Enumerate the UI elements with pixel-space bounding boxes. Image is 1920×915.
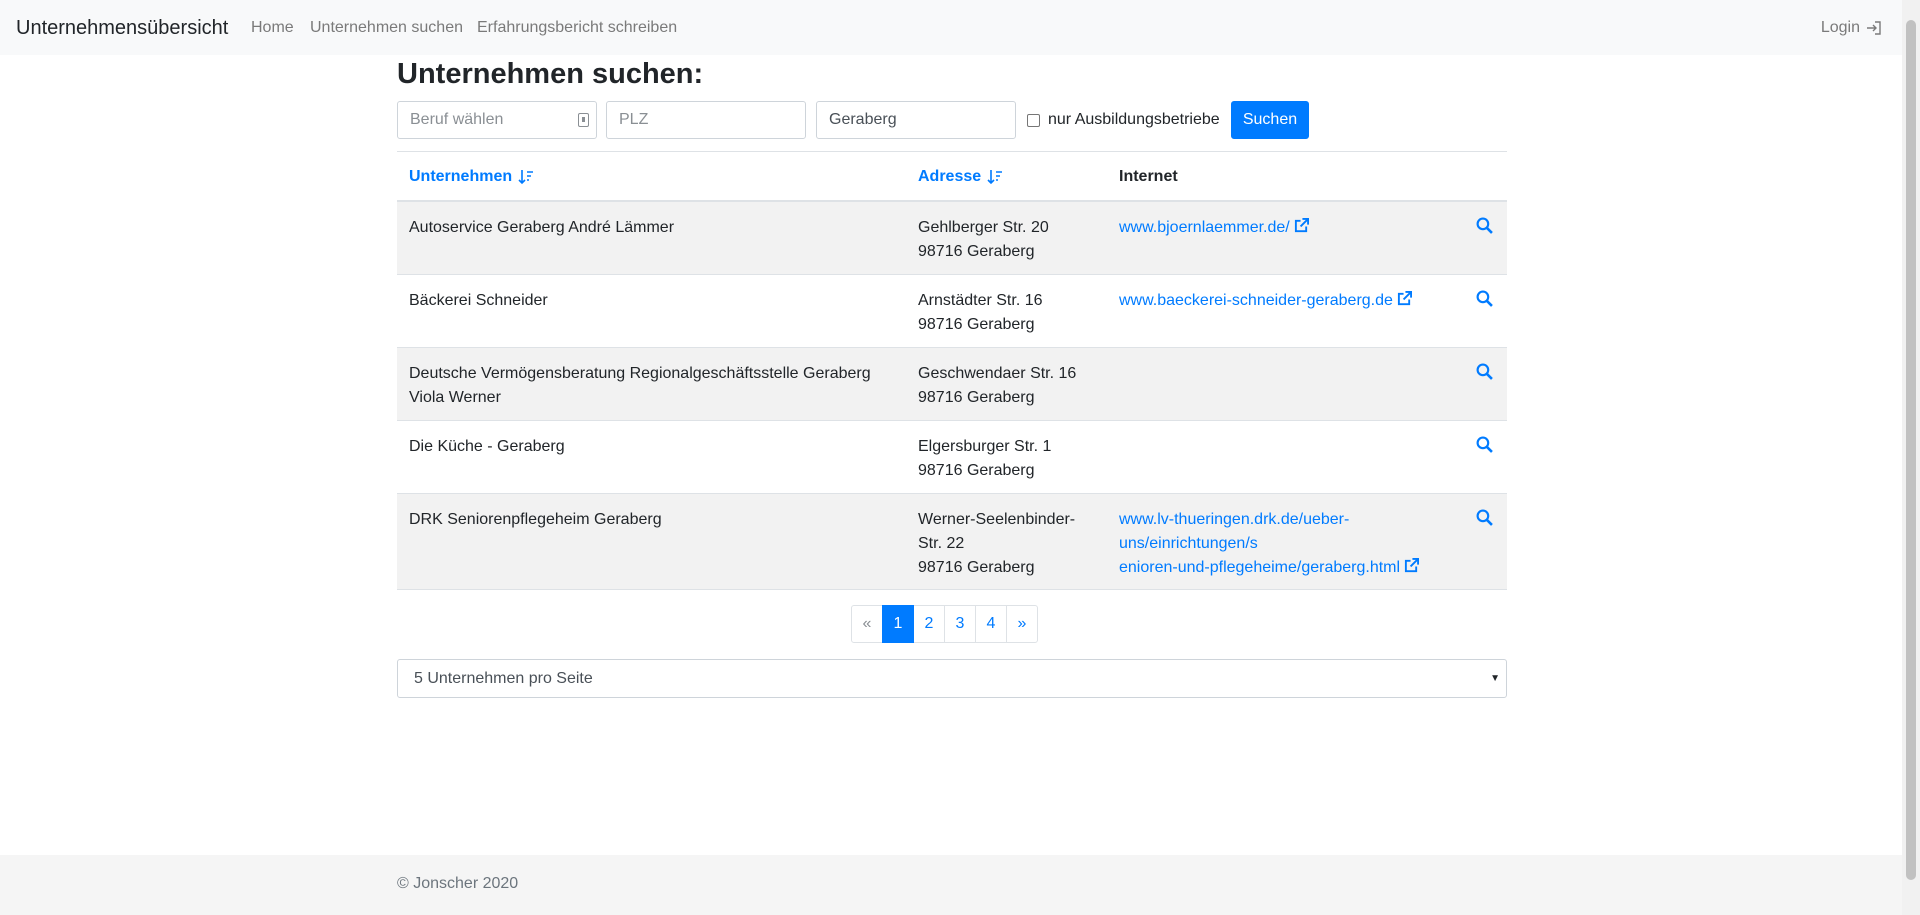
address-line: Geschwendaer Str. 16 <box>918 365 1077 382</box>
company-name: Autoservice Geraberg André Lämmer <box>409 216 889 240</box>
search-icon[interactable] <box>1476 217 1493 234</box>
beruf-select[interactable]: Beruf wählen <box>397 101 597 139</box>
search-icon[interactable] <box>1476 436 1493 453</box>
address-line: 98716 Geraberg <box>918 559 1035 576</box>
ausbildungsbetriebe-label: nur Ausbildungsbetriebe <box>1048 111 1220 128</box>
company-name-line: Viola Werner <box>409 389 501 406</box>
address-line: Arnstädter Str. 16 <box>918 292 1043 309</box>
brand-title[interactable]: Unternehmensübersicht <box>16 17 228 40</box>
footer-copyright: © Jonscher 2020 <box>397 875 519 892</box>
table-row: Die Küche - Geraberg Elgersburger Str. 1… <box>397 421 1507 494</box>
pagination-page-1[interactable]: 1 <box>882 605 914 643</box>
website-text: www.lv-thueringen.drk.de/ueber- <box>1119 511 1350 528</box>
pagination-page-3[interactable]: 3 <box>944 605 976 643</box>
search-button[interactable]: Suchen <box>1231 101 1309 139</box>
footer: © Jonscher 2020 <box>0 855 1902 915</box>
external-link-icon <box>1294 218 1309 233</box>
login-link[interactable]: Login <box>1821 19 1882 37</box>
company-website: www.baeckerei-schneider-geraberg.de <box>1119 289 1459 313</box>
company-website: www.bjoernlaemmer.de/ <box>1119 216 1459 240</box>
website-text: uns/einrichtungen/s <box>1119 535 1258 552</box>
website-text: www.baeckerei-schneider-geraberg.de <box>1119 292 1393 309</box>
website-text: enioren-und-pflegeheime/geraberg.html <box>1119 559 1401 576</box>
company-name-line: Bäckerei Schneider <box>409 292 548 309</box>
address-line: 98716 Geraberg <box>918 462 1035 479</box>
company-name: Bäckerei Schneider <box>409 289 889 313</box>
ausbildungsbetriebe-filter[interactable]: nur Ausbildungsbetriebe <box>1027 101 1220 139</box>
top-navbar: Unternehmensübersicht Home Unternehmen s… <box>0 0 1902 55</box>
header-internet: Internet <box>1119 168 1178 185</box>
table-row: DRK Seniorenpflegeheim Geraberg Werner-S… <box>397 494 1507 590</box>
external-link-icon <box>1397 291 1412 306</box>
company-name: Deutsche Vermögensberatung Regionalgesch… <box>409 362 889 410</box>
nav-link-home[interactable]: Home <box>251 19 294 37</box>
company-address: Arnstädter Str. 16 98716 Geraberg <box>918 289 1098 337</box>
beruf-placeholder: Beruf wählen <box>410 111 504 128</box>
company-address: Elgersburger Str. 1 98716 Geraberg <box>918 435 1098 483</box>
address-line: Werner-Seelenbinder- <box>918 511 1076 528</box>
table-row: Bäckerei Schneider Arnstädter Str. 16 98… <box>397 275 1507 348</box>
sort-icon <box>518 170 534 185</box>
external-link-icon <box>1405 558 1420 573</box>
website-link[interactable]: www.bjoernlaemmer.de/ <box>1119 218 1309 236</box>
company-name-line: Die Küche - Geraberg <box>409 438 565 455</box>
website-text: www.bjoernlaemmer.de/ <box>1119 219 1290 236</box>
header-unternehmen-label: Unternehmen <box>409 168 513 185</box>
table-row: Autoservice Geraberg André Lämmer Gehlbe… <box>397 202 1507 275</box>
page-title: Unternehmen suchen: <box>397 58 704 90</box>
company-address: Gehlberger Str. 20 98716 Geraberg <box>918 216 1098 264</box>
header-adresse-label: Adresse <box>918 168 982 185</box>
address-line: 98716 Geraberg <box>918 316 1035 333</box>
company-table-body: Autoservice Geraberg André Lämmer Gehlbe… <box>397 202 1507 590</box>
pagination-page-2[interactable]: 2 <box>913 605 945 643</box>
table-header: Unternehmen Adresse Internet <box>397 152 1507 202</box>
search-form: Beruf wählen PLZ Geraberg nur Ausbildung… <box>397 101 1507 139</box>
per-page-value: 5 Unternehmen pro Seite <box>414 670 593 687</box>
address-line: Elgersburger Str. 1 <box>918 438 1052 455</box>
header-adresse[interactable]: Adresse <box>918 168 1003 186</box>
company-name: DRK Seniorenpflegeheim Geraberg <box>409 508 889 532</box>
company-name-line: DRK Seniorenpflegeheim Geraberg <box>409 511 662 528</box>
login-label: Login <box>1820 19 1860 36</box>
nav-link-unternehmen-suchen[interactable]: Unternehmen suchen <box>310 19 463 37</box>
chevron-down-icon: ▼ <box>1490 673 1500 684</box>
address-line: Gehlberger Str. 20 <box>918 219 1049 236</box>
company-name-line: Autoservice Geraberg André Lämmer <box>409 219 675 236</box>
sort-icon <box>987 170 1003 185</box>
ausbildungsbetriebe-checkbox[interactable] <box>1027 113 1040 127</box>
address-line: 98716 Geraberg <box>918 389 1035 406</box>
website-link[interactable]: www.baeckerei-schneider-geraberg.de <box>1119 291 1412 309</box>
scrollbar[interactable] <box>1902 0 1920 915</box>
sign-in-icon <box>1867 21 1881 35</box>
list-icon <box>578 113 589 127</box>
ort-value: Geraberg <box>829 111 897 128</box>
website-link[interactable]: www.lv-thueringen.drk.de/ueber- uns/einr… <box>1119 508 1459 580</box>
nav-link-erfahrungsbericht[interactable]: Erfahrungsbericht schreiben <box>477 19 677 37</box>
address-line: Str. 22 <box>918 535 965 552</box>
company-website: www.lv-thueringen.drk.de/ueber- uns/einr… <box>1119 508 1459 580</box>
search-icon[interactable] <box>1476 290 1493 307</box>
company-name: Die Küche - Geraberg <box>409 435 889 459</box>
company-address: Geschwendaer Str. 16 98716 Geraberg <box>918 362 1098 410</box>
ort-input[interactable]: Geraberg <box>816 101 1016 139</box>
pagination: « 1 2 3 4 » <box>851 605 1038 643</box>
search-icon[interactable] <box>1476 509 1493 526</box>
table-row: Deutsche Vermögensberatung Regionalgesch… <box>397 348 1507 421</box>
address-line: 98716 Geraberg <box>918 243 1035 260</box>
plz-input[interactable]: PLZ <box>606 101 806 139</box>
header-unternehmen[interactable]: Unternehmen <box>409 168 534 186</box>
pagination-prev[interactable]: « <box>851 605 883 643</box>
per-page-select[interactable]: 5 Unternehmen pro Seite ▼ <box>397 659 1507 698</box>
pagination-page-4[interactable]: 4 <box>975 605 1007 643</box>
pagination-next[interactable]: » <box>1006 605 1038 643</box>
company-address: Werner-Seelenbinder- Str. 22 98716 Gerab… <box>918 508 1098 580</box>
plz-placeholder: PLZ <box>619 111 649 128</box>
scrollbar-thumb[interactable] <box>1906 20 1916 880</box>
search-icon[interactable] <box>1476 363 1493 380</box>
company-name-line: Deutsche Vermögensberatung Regionalgesch… <box>409 365 871 382</box>
